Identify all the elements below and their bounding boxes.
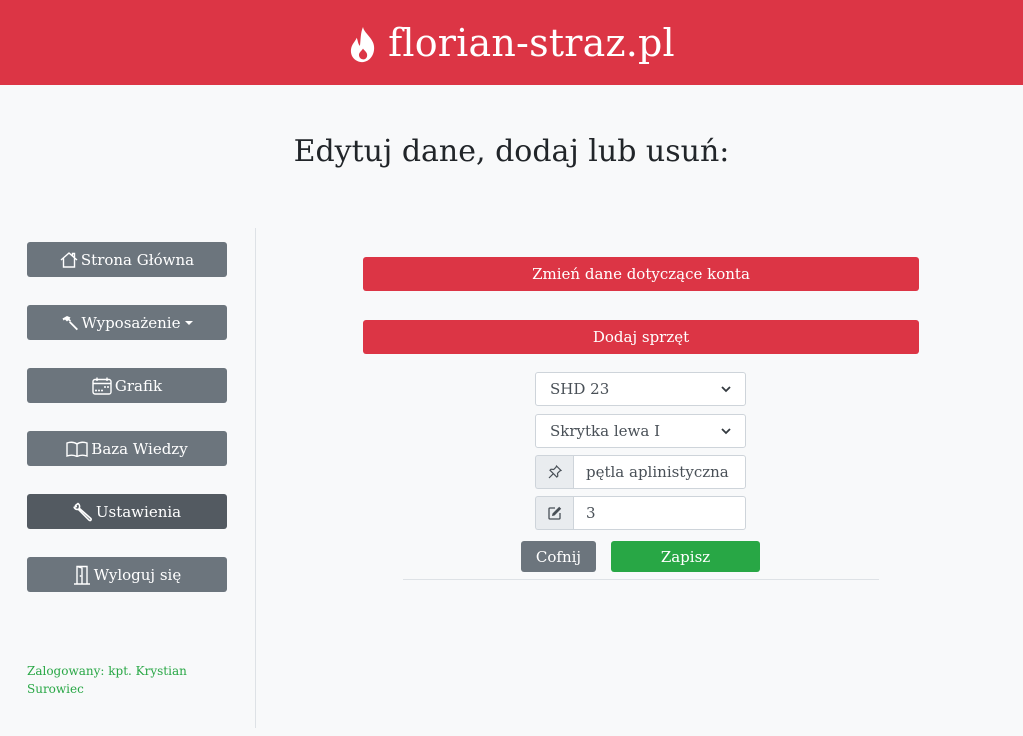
edit-addon [535,496,573,530]
sidebar-item-schedule[interactable]: Grafik [27,368,227,403]
item-name-input[interactable]: pętla aplinistyczna [573,455,746,489]
chevron-down-icon [721,428,731,435]
calendar-icon [92,377,112,395]
back-button[interactable]: Cofnij [521,541,596,572]
quantity-input[interactable]: 3 [573,496,746,530]
sidebar-item-equipment[interactable]: Wyposażenie [27,305,227,340]
save-button[interactable]: Zapisz [611,541,760,572]
brand-name: florian-straz.pl [388,20,675,65]
quantity-group: 3 [535,496,746,530]
book-icon [66,441,88,457]
sidebar-item-label: Wyloguj się [93,565,182,584]
top-navbar: florian-straz.pl [0,0,1023,85]
sidebar-item-knowledge-base[interactable]: Baza Wiedzy [27,431,227,466]
edit-icon [547,506,561,520]
locker-select-value: Skrytka lewa I [550,422,660,440]
pin-addon [535,455,573,489]
sidebar-item-label: Grafik [114,376,163,395]
chevron-down-icon [721,386,731,393]
sidebar-item-settings[interactable]: Ustawienia [27,494,227,529]
vehicle-select-value: SHD 23 [550,380,610,398]
logged-in-user: Zalogowany: kpt. Krystian Surowiec [27,664,187,696]
home-icon [60,251,78,268]
sidebar-item-label: Ustawienia [95,502,182,521]
wrench-icon [73,502,92,521]
sidebar: Strona Główna Wyposażenie Grafik Baza Wi… [27,242,227,620]
vertical-divider [255,228,256,728]
horizontal-divider [403,579,879,580]
locker-select[interactable]: Skrytka lewa I [535,414,746,448]
vehicle-select[interactable]: SHD 23 [535,372,746,406]
add-equipment-button[interactable]: Dodaj sprzęt [363,320,919,354]
sidebar-item-home[interactable]: Strona Główna [27,242,227,277]
hammer-icon [62,315,78,330]
door-icon [73,565,90,585]
caret-down-icon [185,320,194,325]
brand-link[interactable]: florian-straz.pl [348,21,675,65]
page-title: Edytuj dane, dodaj lub usuń: [293,134,730,169]
sidebar-item-label: Strona Główna [80,250,195,269]
item-name-group: pętla aplinistyczna [535,455,746,489]
flame-icon [351,26,375,62]
account-settings-button[interactable]: Zmień dane dotyczące konta [363,257,919,291]
sidebar-item-label: Wyposażenie [81,313,181,332]
sidebar-item-logout[interactable]: Wyloguj się [27,557,227,592]
sidebar-item-label: Baza Wiedzy [91,439,188,458]
pin-icon [548,465,562,479]
